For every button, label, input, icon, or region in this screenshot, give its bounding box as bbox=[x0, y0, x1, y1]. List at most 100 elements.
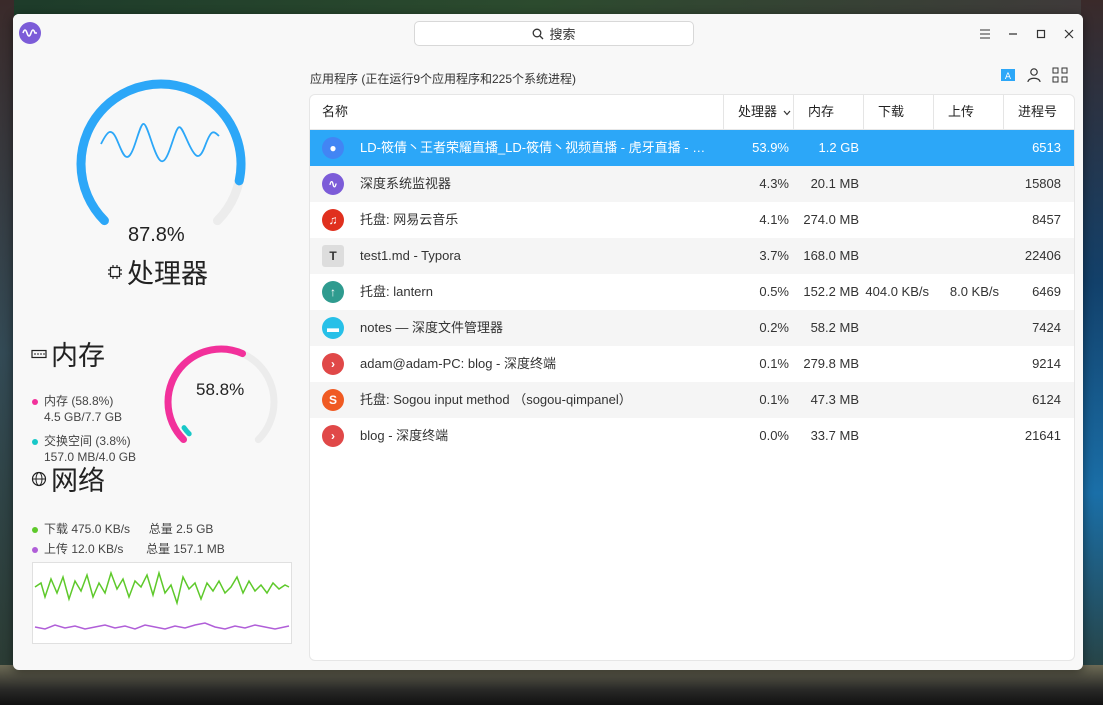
table-row[interactable]: ∿ 深度系统监视器 4.3% 20.1 MB 15808 bbox=[310, 166, 1074, 202]
table-row[interactable]: ▬ notes — 深度文件管理器 0.2% 58.2 MB 7424 bbox=[310, 310, 1074, 346]
process-cpu: 0.5% bbox=[759, 284, 789, 299]
process-download: 404.0 KB/s bbox=[865, 284, 929, 299]
process-cpu: 0.0% bbox=[759, 428, 789, 443]
close-icon bbox=[1064, 29, 1074, 39]
process-memory: 274.0 MB bbox=[803, 212, 859, 227]
process-cpu: 4.3% bbox=[759, 176, 789, 191]
process-pid: 6124 bbox=[1032, 392, 1061, 407]
search-input[interactable]: 搜索 bbox=[414, 21, 694, 46]
process-pid: 6469 bbox=[1032, 284, 1061, 299]
process-pid: 7424 bbox=[1032, 320, 1061, 335]
system-monitor-icon: ∿ bbox=[322, 173, 344, 195]
table-row[interactable]: ♫ 托盘: 网易云音乐 4.1% 274.0 MB 8457 bbox=[310, 202, 1074, 238]
typora-icon: T bbox=[322, 245, 344, 267]
process-cpu: 3.7% bbox=[759, 248, 789, 263]
upload-total: 总量 157.1 MB bbox=[146, 542, 225, 556]
user-view-button[interactable] bbox=[1025, 66, 1043, 84]
terminal-icon: › bbox=[322, 353, 344, 375]
tree-view-button[interactable] bbox=[1051, 66, 1069, 84]
user-icon bbox=[1027, 68, 1041, 83]
memory-label: 内存 (58.8%) bbox=[44, 394, 114, 408]
process-upload bbox=[933, 382, 999, 418]
netease-music-icon: ♫ bbox=[322, 209, 344, 231]
search-icon bbox=[533, 28, 544, 39]
column-name[interactable]: 名称 bbox=[322, 95, 348, 129]
process-upload: 8.0 KB/s bbox=[949, 284, 999, 299]
process-memory: 1.2 GB bbox=[818, 140, 859, 155]
process-upload bbox=[933, 130, 999, 166]
process-download bbox=[863, 238, 929, 274]
left-panel: 87.8% 处理器 内存 内存 (58.8%) 4.5 GB/7.7 GB 交换… bbox=[13, 54, 309, 670]
sort-chevron-down-icon bbox=[783, 110, 791, 116]
maximize-button[interactable] bbox=[1027, 14, 1055, 54]
process-name: adam@adam-PC: blog - 深度终端 bbox=[360, 356, 556, 371]
table-row[interactable]: ↑ 托盘: lantern 0.5% 152.2 MB 404.0 KB/s 8.0 KB… bbox=[310, 274, 1074, 310]
application-view-icon: A bbox=[1001, 69, 1015, 82]
process-pid: 15808 bbox=[1024, 176, 1061, 191]
system-monitor-window: 搜索 87.8% 处理器 内存 内存 (58.8%) 4.5 GB/7.7 GB… bbox=[13, 14, 1083, 670]
process-name: 托盘: lantern bbox=[360, 284, 433, 299]
sogou-icon: S bbox=[322, 389, 344, 411]
menu-icon bbox=[980, 29, 990, 39]
process-memory: 168.0 MB bbox=[803, 248, 859, 263]
tree-view-icon bbox=[1052, 67, 1068, 83]
table-row[interactable]: ● LD-筱倩丶王者荣耀直播_LD-筱倩丶视频直播 - 虎牙直播 - … 53.9%… bbox=[310, 130, 1074, 166]
app-view-button[interactable]: A bbox=[999, 66, 1017, 84]
memory-chip-icon bbox=[31, 349, 47, 358]
process-cpu: 4.1% bbox=[759, 212, 789, 227]
process-name: 托盘: 网易云音乐 bbox=[360, 212, 459, 227]
table-row[interactable]: › blog - 深度终端 0.0% 33.7 MB 21641 bbox=[310, 418, 1074, 454]
memory-detail: 4.5 GB/7.7 GB bbox=[44, 410, 123, 424]
process-upload bbox=[933, 310, 999, 346]
process-name: 深度系统监视器 bbox=[360, 176, 452, 191]
minimize-button[interactable] bbox=[999, 14, 1027, 54]
titlebar: 搜索 bbox=[13, 14, 1083, 54]
process-download bbox=[863, 382, 929, 418]
memory-legend: 内存 (58.8%) 4.5 GB/7.7 GB 交换空间 (3.8%) 157… bbox=[32, 393, 136, 465]
table-row[interactable]: › adam@adam-PC: blog - 深度终端 0.1% 279.8 MB 92… bbox=[310, 346, 1074, 382]
cpu-title: 处理器 bbox=[107, 252, 208, 291]
upload-row: 上传 12.0 KB/s 总量 157.1 MB bbox=[32, 540, 225, 557]
process-name: test1.md - Typora bbox=[360, 248, 461, 263]
lantern-icon: ↑ bbox=[322, 281, 344, 303]
process-cpu: 53.9% bbox=[752, 140, 789, 155]
process-upload bbox=[933, 202, 999, 238]
table-row[interactable]: S 托盘: Sogou input method （sogou-qimpanel）… bbox=[310, 382, 1074, 418]
column-pid[interactable]: 进程号 bbox=[1003, 95, 1074, 129]
process-name: blog - 深度终端 bbox=[360, 428, 449, 443]
system-monitor-logo-icon bbox=[19, 22, 41, 44]
process-table: 名称 处理器 内存 下载 上传 进程号 ● LD-筱倩丶王者荣耀直播_LD-筱倩丶… bbox=[309, 94, 1075, 661]
process-memory: 33.7 MB bbox=[810, 428, 859, 443]
process-download bbox=[863, 418, 929, 454]
cpu-percent: 87.8% bbox=[128, 224, 185, 246]
close-button[interactable] bbox=[1055, 14, 1083, 54]
network-graph bbox=[32, 562, 292, 644]
swap-label: 交换空间 (3.8%) bbox=[44, 434, 131, 448]
process-memory: 58.2 MB bbox=[810, 320, 859, 335]
process-download bbox=[863, 130, 929, 166]
process-upload bbox=[933, 346, 999, 382]
search-placeholder: 搜索 bbox=[549, 27, 576, 42]
table-row[interactable]: Ttest1.md - Typora 3.7% 168.0 MB 22406 bbox=[310, 238, 1074, 274]
process-pid: 9214 bbox=[1032, 356, 1061, 371]
table-header: 名称 处理器 内存 下载 上传 进程号 bbox=[310, 95, 1074, 130]
process-pid: 8457 bbox=[1032, 212, 1061, 227]
process-summary: 应用程序 (正在运行9个应用程序和225个系统进程) bbox=[310, 72, 577, 86]
process-memory: 152.2 MB bbox=[803, 284, 859, 299]
process-pid: 21641 bbox=[1024, 428, 1061, 443]
process-cpu: 0.1% bbox=[759, 356, 789, 371]
process-upload bbox=[933, 238, 999, 274]
upload-rate: 上传 12.0 KB/s bbox=[44, 542, 124, 556]
process-cpu: 0.2% bbox=[759, 320, 789, 335]
process-download bbox=[863, 346, 929, 382]
process-download bbox=[863, 202, 929, 238]
maximize-icon bbox=[1036, 29, 1046, 39]
process-pid: 22406 bbox=[1024, 248, 1061, 263]
terminal-icon: › bbox=[322, 425, 344, 447]
svg-text:A: A bbox=[1005, 72, 1012, 82]
process-cpu: 0.1% bbox=[759, 392, 789, 407]
menu-button[interactable] bbox=[971, 14, 999, 54]
process-memory: 20.1 MB bbox=[810, 176, 859, 191]
process-name: 托盘: Sogou input method （sogou-qimpanel） bbox=[360, 392, 632, 407]
memory-percent: 58.8% bbox=[196, 380, 245, 399]
